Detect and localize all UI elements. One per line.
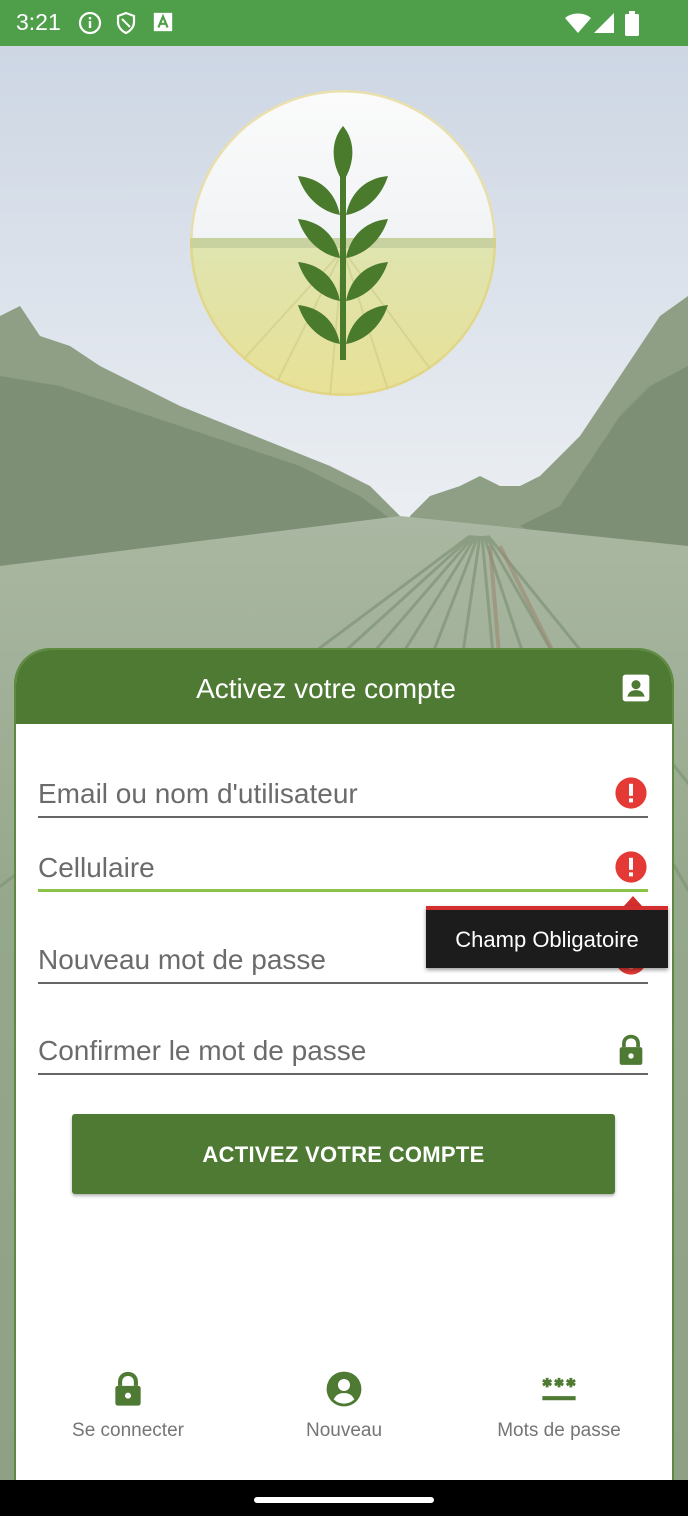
error-icon: [615, 851, 647, 883]
confirm-password-field-label: Confirmer le mot de passe: [38, 1035, 367, 1066]
email-field-label: Email ou nom d'utilisateur: [38, 778, 358, 809]
status-bar: 3:21: [0, 0, 688, 46]
cell-signal-icon: [594, 13, 614, 33]
phone-field-label: Cellulaire: [38, 852, 155, 883]
nav-passwords[interactable]: Mots de passe: [459, 1370, 659, 1450]
lock-icon: [115, 1371, 141, 1406]
email-field-underline: [38, 816, 648, 818]
info-icon: [78, 11, 102, 35]
system-navigation-bar: [0, 1480, 688, 1516]
a-badge-icon: [153, 12, 173, 32]
app-logo: [190, 90, 496, 396]
card-title: Activez votre compte: [196, 673, 456, 704]
screen: 3:21 Activez votre compte Email ou nom d…: [0, 0, 688, 1516]
phone-field[interactable]: Cellulaire: [38, 836, 648, 892]
status-time: 3:21: [16, 9, 61, 35]
activation-card: Activez votre compte Email ou nom d'util…: [16, 650, 672, 1480]
nav-login[interactable]: Se connecter: [28, 1370, 228, 1450]
phone-field-underline: [38, 889, 648, 892]
card-header: Activez votre compte: [16, 650, 672, 724]
contact-card-icon[interactable]: [620, 672, 652, 704]
lock-icon[interactable]: [614, 1033, 648, 1067]
wifi-icon: [565, 13, 591, 33]
nav-login-label: Se connecter: [72, 1420, 184, 1441]
nav-new-account[interactable]: Nouveau: [244, 1370, 444, 1450]
account-circle-icon: [326, 1371, 362, 1407]
new-password-field-underline: [38, 982, 648, 984]
new-password-field-label: Nouveau mot de passe: [38, 944, 326, 975]
tooltip-arrow: [624, 896, 642, 906]
shield-icon: [116, 11, 136, 35]
error-icon: [615, 777, 647, 809]
confirm-password-field[interactable]: Confirmer le mot de passe: [38, 1019, 648, 1075]
nav-passwords-label: Mots de passe: [497, 1420, 621, 1441]
email-field[interactable]: Email ou nom d'utilisateur: [38, 762, 648, 818]
error-tooltip: Champ Obligatoire: [426, 906, 668, 968]
activate-account-button[interactable]: ACTIVEZ VOTRE COMPTE: [72, 1114, 615, 1194]
password-icon: [542, 1377, 576, 1401]
battery-icon: [625, 11, 639, 36]
confirm-password-field-underline: [38, 1073, 648, 1075]
home-gesture-handle[interactable]: [254, 1497, 434, 1503]
nav-new-account-label: Nouveau: [305, 1420, 383, 1441]
